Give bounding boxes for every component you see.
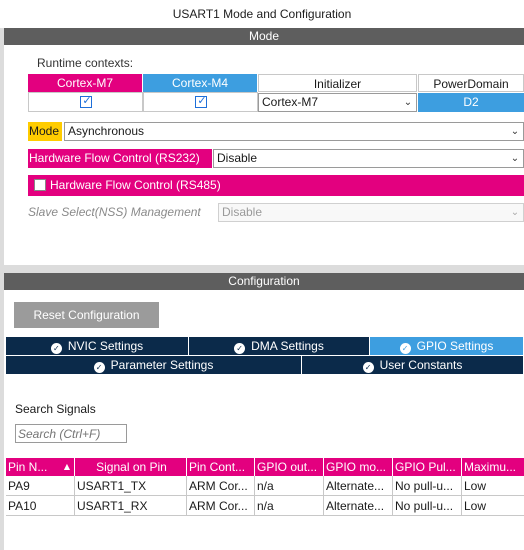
table-cell[interactable]: PA9 [6, 476, 75, 496]
column-header-gpio-output[interactable]: GPIO out... [255, 458, 324, 476]
hw-flow-rs485-label: Hardware Flow Control (RS485) [50, 178, 221, 192]
check-icon: ✓ [82, 94, 92, 107]
reset-configuration-button[interactable]: Reset Configuration [14, 302, 159, 328]
column-header-maximum[interactable]: Maximu... [462, 458, 524, 476]
tab-gpio-settings[interactable]: ✓ GPIO Settings [370, 337, 524, 355]
table-cell[interactable]: Low [462, 476, 524, 496]
tab-user-constants-label: User Constants [379, 358, 463, 372]
context-header-cortex-m4: Cortex-M4 [143, 74, 257, 92]
chevron-down-icon: ⌄ [510, 207, 520, 218]
power-domain-header: PowerDomain [418, 74, 524, 92]
sort-ascending-icon: ▲ [63, 462, 70, 471]
table-cell[interactable]: PA10 [6, 496, 75, 516]
table-cell[interactable]: n/a [255, 476, 324, 496]
tab-parameter-settings-label: Parameter Settings [110, 358, 214, 372]
check-circle-icon: ✓ [93, 362, 105, 373]
table-cell[interactable]: Alternate... [324, 496, 393, 516]
table-cell[interactable]: ARM Cor... [187, 476, 255, 496]
hw-flow-rs232-label: Hardware Flow Control (RS232) [28, 149, 212, 168]
tab-gpio-settings-label: GPIO Settings [416, 339, 494, 353]
mode-label: Mode [28, 122, 62, 141]
tab-user-constants[interactable]: ✓ User Constants [302, 356, 524, 374]
hw-flow-rs232-value: Disable [217, 151, 258, 165]
table-cell[interactable]: Low [462, 496, 524, 516]
initializer-select[interactable]: Cortex-M7 ⌄ [258, 93, 417, 112]
table-cell[interactable]: ARM Cor... [187, 496, 255, 516]
context-cell-cortex-m7: ✓ [28, 92, 143, 112]
tab-parameter-settings[interactable]: ✓ Parameter Settings [6, 356, 302, 374]
table-cell[interactable]: No pull-u... [393, 476, 462, 496]
check-circle-icon: ✓ [50, 343, 62, 354]
check-circle-icon: ✓ [362, 362, 374, 373]
chevron-down-icon: ⌄ [510, 126, 520, 137]
column-header-gpio-pull[interactable]: GPIO Pul... [393, 458, 462, 476]
column-header-label: Pin N... [8, 460, 48, 474]
tab-dma-settings-label: DMA Settings [251, 339, 324, 353]
table-cell[interactable]: Alternate... [324, 476, 393, 496]
search-signals-input[interactable] [15, 424, 127, 443]
initializer-value: Cortex-M7 [262, 95, 319, 109]
check-icon: ✓ [197, 94, 207, 107]
initializer-header: Initializer [258, 74, 417, 92]
hw-flow-rs485-row[interactable]: Hardware Flow Control (RS485) [28, 175, 524, 196]
runtime-contexts-label: Runtime contexts: [37, 56, 134, 70]
table-cell[interactable]: No pull-u... [393, 496, 462, 516]
context-cell-cortex-m4: ✓ [143, 92, 258, 112]
column-header-signal-on-pin[interactable]: Signal on Pin [75, 458, 187, 476]
mode-section-title: Mode [4, 28, 524, 45]
mode-value: Asynchronous [68, 124, 145, 138]
column-header-pin-context[interactable]: Pin Cont... [187, 458, 255, 476]
check-circle-icon: ✓ [399, 343, 411, 354]
check-circle-icon: ✓ [234, 343, 246, 354]
configuration-section-title: Configuration [4, 273, 524, 290]
table-cell[interactable]: USART1_RX [75, 496, 187, 516]
table-cell[interactable]: n/a [255, 496, 324, 516]
tab-nvic-settings-label: NVIC Settings [67, 339, 144, 353]
slave-select-label: Slave Select(NSS) Management [28, 205, 201, 219]
search-signals-label: Search Signals [15, 402, 96, 416]
mode-select[interactable]: Asynchronous ⌄ [64, 122, 524, 141]
column-header-gpio-mode[interactable]: GPIO mo... [324, 458, 393, 476]
slave-select-value: Disable [222, 205, 263, 219]
context-checkbox-cortex-m7[interactable]: ✓ [80, 94, 92, 108]
hw-flow-rs232-select[interactable]: Disable ⌄ [213, 149, 524, 168]
column-header-pin-name[interactable]: Pin N... ▲ [6, 458, 75, 476]
power-domain-value: D2 [418, 93, 524, 112]
tab-nvic-settings[interactable]: ✓ NVIC Settings [6, 337, 189, 355]
tab-dma-settings[interactable]: ✓ DMA Settings [189, 337, 370, 355]
chevron-down-icon: ⌄ [510, 153, 520, 164]
hw-flow-rs485-checkbox[interactable] [34, 179, 46, 191]
context-header-cortex-m7: Cortex-M7 [28, 74, 142, 92]
slave-select-select: Disable ⌄ [218, 203, 524, 222]
window-title: USART1 Mode and Configuration [0, 0, 524, 28]
context-checkbox-cortex-m4[interactable]: ✓ [195, 94, 207, 108]
chevron-down-icon: ⌄ [403, 97, 413, 108]
table-cell[interactable]: USART1_TX [75, 476, 187, 496]
